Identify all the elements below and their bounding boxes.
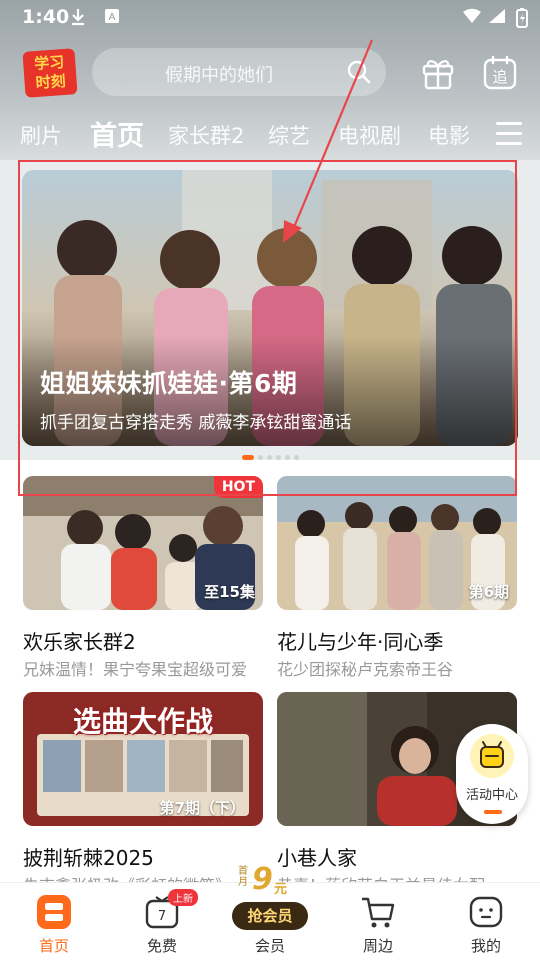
signal-icon — [488, 8, 506, 28]
nav-free[interactable]: 7 上新 免费 — [112, 883, 212, 960]
pagination-dot[interactable] — [285, 455, 290, 460]
cart-icon — [359, 893, 397, 931]
svg-text:A: A — [109, 12, 116, 23]
nav-profile-label: 我的 — [470, 937, 501, 955]
card-title: 花儿与少年·同心季 — [277, 630, 444, 654]
new-badge: 上新 — [168, 889, 198, 906]
card-title: 披荆斩棘2025 — [23, 846, 154, 870]
banner-section: 姐姐妹妹抓娃娃·第6期 抓手团复古穿搭走秀 戚薇李承铉甜蜜通话 — [0, 160, 540, 460]
card-thumbnail: 选曲大作战 第7期（下） — [23, 692, 263, 826]
banner-pagination — [242, 455, 303, 461]
activity-center-indicator — [484, 810, 502, 814]
wifi-icon — [462, 8, 482, 28]
activity-center-label: 活动中心 — [465, 788, 518, 803]
vip-price: 9 — [252, 862, 273, 897]
episode-label: 至15集 — [204, 583, 255, 601]
hot-badge: HOT — [213, 476, 263, 498]
pagination-dot[interactable] — [258, 455, 263, 460]
vip-price-unit: 元 — [274, 882, 288, 897]
activity-center-icon — [470, 734, 514, 778]
activity-center-button[interactable]: 活动中心 — [456, 724, 528, 824]
nav-merch-label: 周边 — [362, 937, 393, 955]
tab-movie[interactable]: 电影 — [428, 120, 470, 150]
font-app-icon: A — [104, 8, 120, 28]
banner-title: 姐姐妹妹抓娃娃·第6期 — [40, 369, 298, 398]
search-placeholder: 假期中的她们 — [165, 65, 273, 86]
card-title: 小巷人家 — [277, 846, 357, 870]
nav-home[interactable]: 首页 — [4, 883, 104, 960]
banner-subtitle: 抓手团复古穿搭走秀 戚薇李承铉甜蜜通话 — [40, 413, 352, 433]
vip-promo-button[interactable]: 抢会员 — [232, 902, 308, 930]
vip-first-month-label: 首月 — [238, 866, 248, 888]
pagination-dot[interactable] — [294, 455, 299, 460]
status-bar: 1:40 A — [0, 0, 540, 36]
home-icon — [35, 893, 73, 931]
pagination-dot[interactable] — [267, 455, 272, 460]
hero-banner[interactable]: 姐姐妹妹抓娃娃·第6期 抓手团复古穿搭走秀 戚薇李承铉甜蜜通话 — [22, 170, 518, 446]
channel-menu-icon[interactable] — [496, 122, 522, 146]
card-description: 花少团探秘卢克索帝王谷 — [277, 660, 454, 679]
download-icon — [70, 8, 86, 30]
status-time: 1:40 — [22, 6, 70, 28]
nav-vip-label: 会员 — [254, 937, 285, 955]
card-title: 欢乐家长群2 — [23, 630, 136, 654]
nav-merch[interactable]: 周边 — [328, 883, 428, 960]
channel-tabs: 刷片 首页 家长群2 综艺 电视剧 电影 — [0, 108, 540, 160]
follow-icon[interactable]: 追 — [480, 52, 520, 92]
pagination-dot[interactable] — [276, 455, 281, 460]
nav-free-label: 免费 — [146, 937, 177, 955]
episode-label: 第7期（下） — [159, 799, 245, 817]
tab-variety[interactable]: 综艺 — [268, 120, 310, 150]
follow-icon-label: 追 — [492, 68, 507, 86]
app-logo[interactable]: 学习 时刻 — [22, 48, 78, 98]
search-icon — [346, 59, 372, 85]
card-thumbnail: HOT 至15集 — [23, 476, 263, 610]
card-description: 兄妹温情！果宁夸果宝超级可爱 — [23, 660, 248, 679]
search-box[interactable]: 假期中的她们 — [92, 48, 386, 96]
thumbnail-title: 选曲大作战 — [72, 705, 213, 738]
card-thumbnail: 第6期 — [277, 476, 517, 610]
episode-label: 第6期 — [468, 583, 509, 601]
gift-icon[interactable] — [418, 52, 458, 92]
tab-tv-series[interactable]: 电视剧 — [338, 120, 401, 150]
tab-refresh[interactable]: 刷片 — [20, 120, 62, 150]
tab-home[interactable]: 首页 — [90, 114, 144, 153]
tab-parent-group[interactable]: 家长群2 — [168, 120, 244, 150]
logo-text-line2: 时刻 — [35, 71, 67, 93]
profile-icon — [467, 893, 505, 931]
svg-text:7: 7 — [158, 909, 166, 924]
nav-home-label: 首页 — [38, 937, 69, 955]
pagination-dot[interactable] — [242, 455, 254, 460]
nav-profile[interactable]: 我的 — [436, 883, 536, 960]
battery-icon — [516, 8, 528, 32]
